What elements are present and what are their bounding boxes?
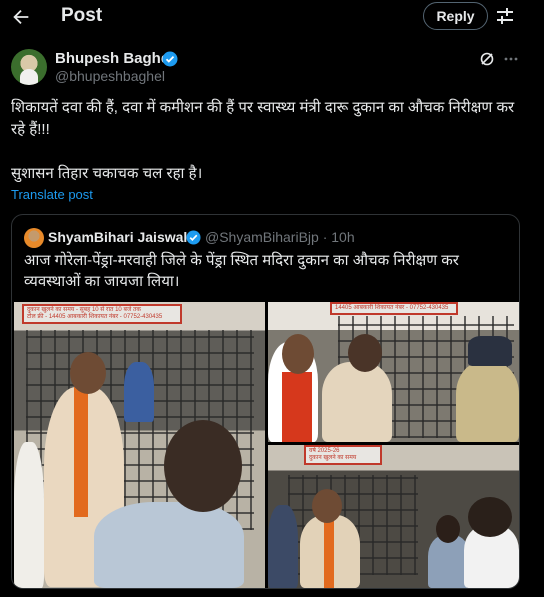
complaint-number-sign: 14405 आबकारी शिकायत नंबर - 07752-430435 — [330, 302, 458, 315]
more-options-icon[interactable] — [503, 51, 519, 67]
quoted-meta: @ShyamBihariBjp · 10h — [205, 229, 355, 245]
year-sign: वर्ष 2025-26 दुकान खुलने का समय — [304, 445, 382, 465]
shop-attendant — [124, 362, 154, 422]
verified-badge-icon — [162, 51, 178, 67]
author-avatar[interactable] — [11, 49, 47, 85]
person-back-head — [164, 420, 242, 512]
grok-icon[interactable] — [479, 51, 495, 67]
photo-1[interactable]: दुकान खुलने का समय - सुबह 10 से रात 10 ब… — [14, 302, 265, 588]
person-back — [94, 502, 244, 588]
police-officer — [456, 362, 519, 442]
woman-head — [436, 515, 460, 543]
year-sign-text: वर्ष 2025-26 — [309, 448, 340, 454]
saffron-scarf — [74, 387, 88, 517]
author-handle[interactable]: @bhupeshbaghel — [55, 68, 165, 84]
photo-3[interactable]: वर्ष 2025-26 दुकान खुलने का समय — [268, 445, 519, 588]
top-bar: Post Reply — [0, 0, 544, 34]
person-head-4 — [312, 489, 342, 523]
person-head-3 — [348, 334, 382, 372]
person-head-2 — [282, 334, 314, 374]
person-left-edge — [14, 442, 44, 588]
saffron-scarf-2 — [324, 515, 334, 588]
person-kurta-2 — [322, 362, 392, 442]
quoted-post[interactable]: ShyamBihari Jaiswal @ShyamBihariBjp · 10… — [11, 214, 520, 589]
sign-text-1: दुकान खुलने का समय - सुबह 10 से रात 10 ब… — [27, 307, 142, 313]
person-head — [70, 352, 106, 394]
person-left — [268, 505, 298, 588]
shop-timing-sign: दुकान खुलने का समय - सुबह 10 से रात 10 ब… — [22, 304, 182, 324]
meta-separator: · — [322, 229, 328, 245]
quoted-verified-badge-icon — [186, 230, 201, 245]
photo-grid: दुकान खुलने का समय - सुबह 10 से रात 10 ब… — [14, 302, 519, 588]
reply-button[interactable]: Reply — [423, 2, 488, 30]
red-scarf — [282, 372, 312, 442]
person-head-5 — [468, 497, 512, 537]
police-cap — [468, 336, 512, 366]
quoted-author-handle: @ShyamBihariBjp — [205, 229, 319, 245]
quoted-post-time: 10h — [331, 229, 355, 245]
author-name[interactable]: Bhupesh Baghel — [55, 50, 173, 67]
photo-2[interactable]: 14405 आबकारी शिकायत नंबर - 07752-430435 — [268, 302, 519, 442]
quoted-author-avatar — [24, 228, 44, 248]
timing-sign-text: दुकान खुलने का समय — [309, 455, 357, 461]
post-text: शिकायतें दवा की हैं, दवा में कमीशन की है… — [11, 99, 515, 182]
sign-text-2: टोल फ्री - 14405 आबकारी शिकायत नंबर - 07… — [27, 314, 163, 320]
page-title: Post — [61, 5, 103, 26]
quoted-author-name: ShyamBihari Jaiswal — [48, 229, 188, 245]
adjust-settings-icon[interactable] — [496, 6, 514, 26]
back-arrow-icon[interactable] — [10, 6, 32, 28]
quoted-post-text: आज गोरेला-पेंड्रा-मरवाही जिले के पेंड्रा… — [24, 252, 459, 290]
translate-post-link[interactable]: Translate post — [11, 187, 93, 202]
